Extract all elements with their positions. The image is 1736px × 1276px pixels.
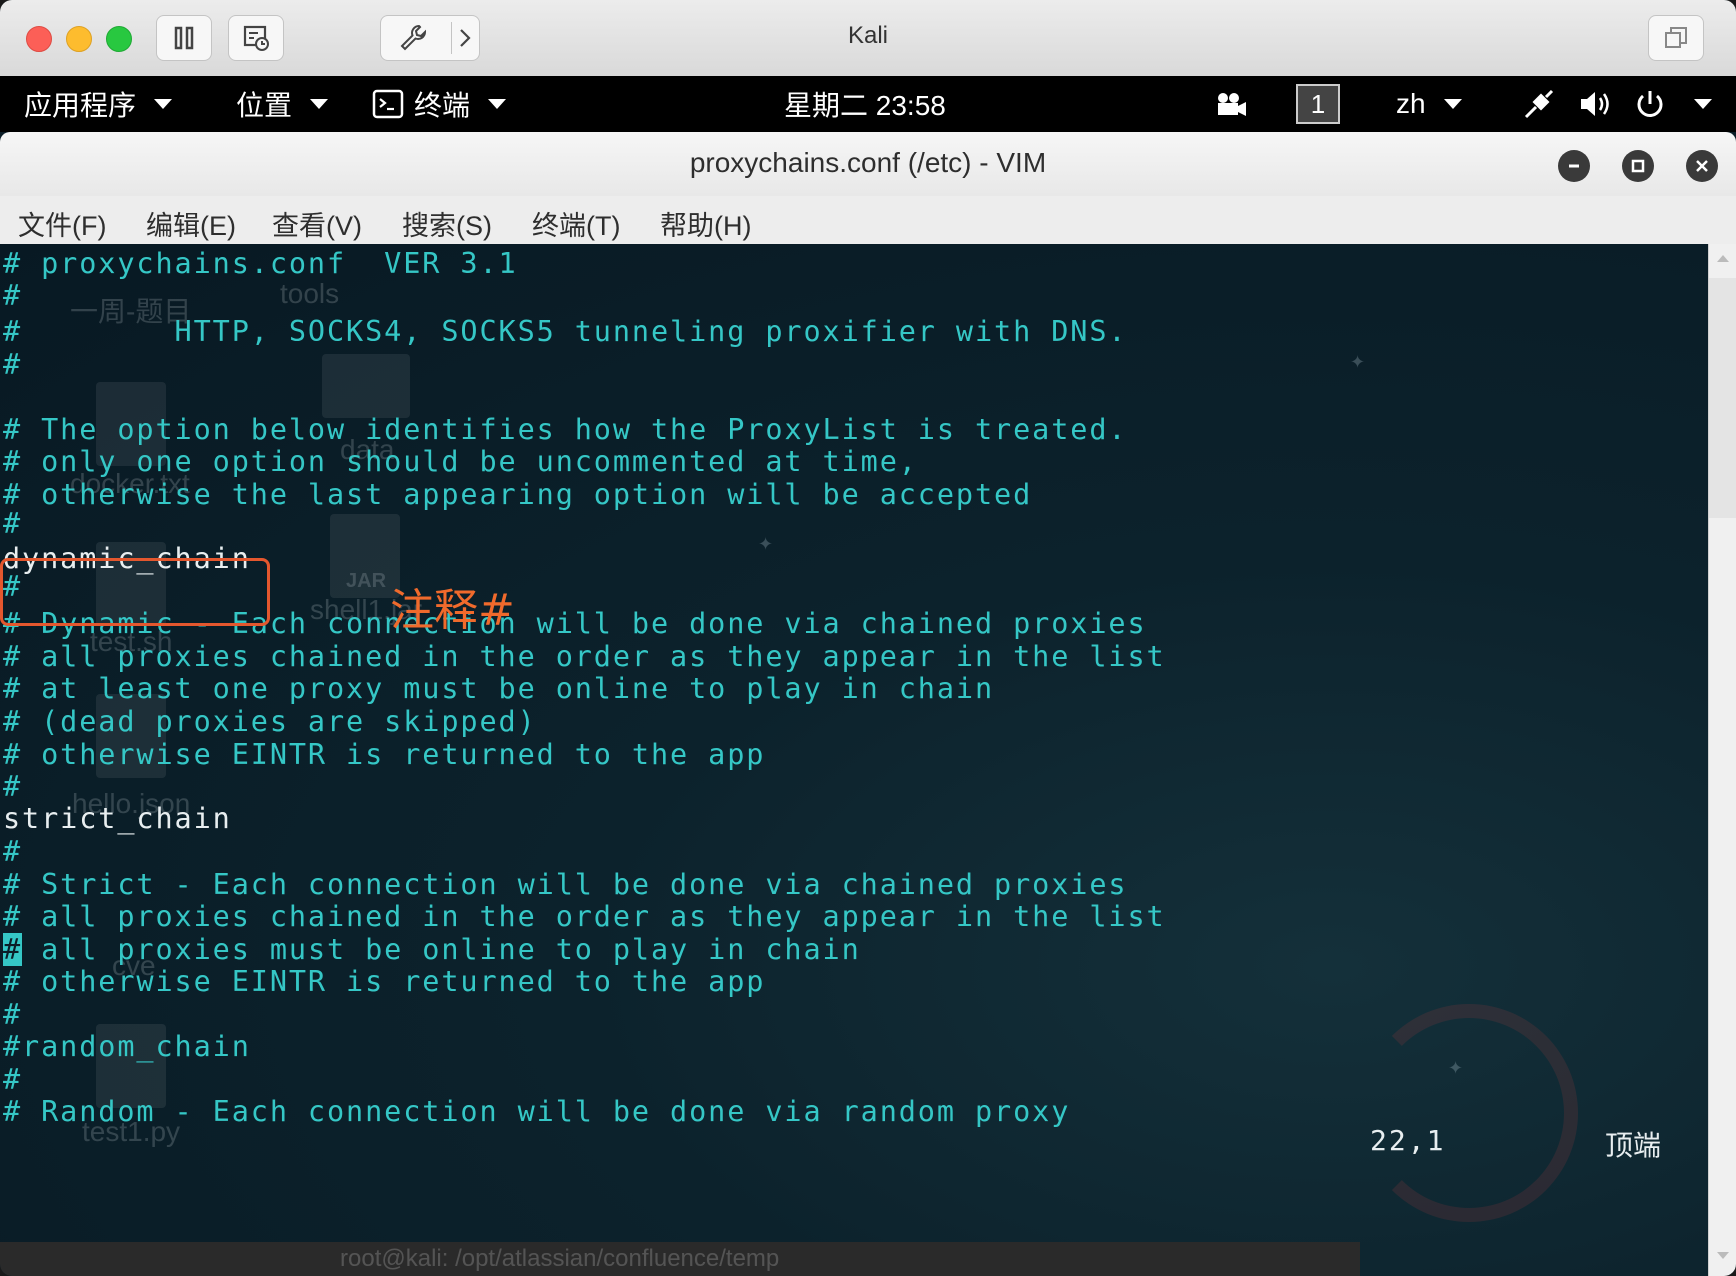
- menu-view[interactable]: 查看(V): [272, 204, 362, 243]
- code-line: #: [3, 279, 23, 312]
- code-line: # all proxies chained in the order as th…: [3, 640, 1166, 673]
- vm-window: Kali 应用程序 位置 终端 星期二 23:58 1 zh proxychai…: [0, 0, 1736, 1276]
- terminal-title: proxychains.conf (/etc) - VIM: [689, 147, 1047, 178]
- code-line: # The option below identifies how the Pr…: [3, 413, 1128, 446]
- code-line-cursor: # all proxies must be online to play in …: [3, 932, 861, 968]
- wired-network-icon: [1524, 89, 1554, 119]
- desktop-folder-ghost: [322, 354, 410, 418]
- chevron-down-icon: [488, 99, 507, 109]
- code-line: # at least one proxy must be online to p…: [3, 672, 995, 705]
- video-camera-icon: [1218, 93, 1246, 116]
- terminal-scrollbar[interactable]: [1708, 244, 1736, 1276]
- close-button[interactable]: [1686, 150, 1718, 182]
- cursor-position: 22,1: [1370, 1124, 1446, 1157]
- fullscreen-button[interactable]: [1648, 15, 1704, 61]
- code-line: #: [3, 770, 23, 803]
- menu-search[interactable]: 搜索(S): [402, 204, 492, 243]
- vm-title: Kali: [847, 22, 889, 49]
- vim-buffer[interactable]: 一周-题目 tools data docker.txt JAR shell1.j…: [0, 244, 1708, 1276]
- code-line-strict-chain: strict_chain: [3, 802, 232, 835]
- terminal-app-menu[interactable]: 终端: [372, 76, 507, 132]
- chevron-down-icon: [1443, 99, 1462, 109]
- places-label: 位置: [236, 90, 293, 121]
- annotation-highlight-box: [0, 558, 270, 626]
- code-line: # otherwise EINTR is returned to the app: [3, 738, 766, 771]
- terminal-icon: [372, 89, 404, 119]
- language-label: zh: [1396, 88, 1426, 119]
- terminal-label: 终端: [414, 90, 471, 121]
- close-icon: [1696, 160, 1708, 172]
- code-line: # proxychains.conf VER 3.1: [3, 247, 518, 280]
- code-line: # otherwise the last appearing option wi…: [3, 478, 1033, 511]
- scroll-up-icon: [1717, 255, 1729, 262]
- kali-swirl-decoration: [1360, 1004, 1578, 1222]
- terminal-titlebar: proxychains.conf (/etc) - VIM: [0, 132, 1736, 196]
- star-decoration: ✦: [1448, 1058, 1464, 1078]
- vim-cursor: #: [3, 933, 23, 966]
- volume-indicator[interactable]: [1578, 76, 1614, 132]
- menu-file[interactable]: 文件(F): [18, 204, 106, 243]
- windows-stack-icon: [1665, 27, 1687, 48]
- top-panel: 应用程序 位置 终端 星期二 23:58 1 zh: [0, 76, 1736, 132]
- vm-titlebar: Kali: [0, 0, 1736, 77]
- code-line: #: [3, 998, 23, 1031]
- star-decoration: ✦: [1350, 352, 1366, 372]
- code-line: # Random - Each connection will be done …: [3, 1095, 1071, 1128]
- code-line: # Strict - Each connection will be done …: [3, 868, 1128, 901]
- menu-terminal[interactable]: 终端(T): [532, 204, 620, 243]
- code-line: #: [3, 835, 23, 868]
- cursor-line-text: all proxies must be online to play in ch…: [22, 933, 861, 966]
- chevron-down-icon: [310, 99, 329, 109]
- code-line: #: [3, 507, 23, 540]
- clock[interactable]: 星期二 23:58: [784, 76, 946, 132]
- menu-edit[interactable]: 编辑(E): [146, 204, 236, 243]
- scrollbar-thumb[interactable]: [1709, 278, 1736, 518]
- language-menu[interactable]: zh: [1396, 76, 1462, 132]
- code-line: # all proxies chained in the order as th…: [3, 900, 1166, 933]
- power-icon: [1637, 91, 1663, 117]
- minimize-icon: [1569, 164, 1579, 168]
- terminal-menubar: 文件(F) 编辑(E) 查看(V) 搜索(S) 终端(T) 帮助(H): [0, 196, 1736, 245]
- scroll-position: 顶端: [1605, 1130, 1662, 1161]
- applications-label: 应用程序: [24, 90, 137, 121]
- code-line: #: [3, 1063, 23, 1096]
- minimize-button[interactable]: [1558, 150, 1590, 182]
- code-line: # otherwise EINTR is returned to the app: [3, 965, 766, 998]
- power-menu[interactable]: [1634, 76, 1712, 132]
- workspace-number: 1: [1296, 84, 1340, 124]
- camera-indicator[interactable]: [1214, 76, 1248, 132]
- places-menu[interactable]: 位置: [236, 76, 329, 132]
- network-indicator[interactable]: [1522, 76, 1556, 132]
- chevron-down-icon: [1694, 99, 1712, 109]
- scroll-down-icon: [1717, 1252, 1729, 1259]
- star-decoration: ✦: [758, 534, 774, 554]
- code-line: # (dead proxies are skipped): [3, 705, 537, 738]
- code-line: # HTTP, SOCKS4, SOCKS5 tunneling proxifi…: [3, 315, 1128, 348]
- applications-menu[interactable]: 应用程序: [24, 76, 173, 132]
- code-line: #random_chain: [3, 1030, 251, 1063]
- maximize-button[interactable]: [1622, 150, 1654, 182]
- menu-help[interactable]: 帮助(H): [660, 204, 751, 243]
- chevron-down-icon: [154, 99, 173, 109]
- background-window-titlebar: root@kali: /opt/atlassian/confluence/tem…: [0, 1242, 1360, 1276]
- desktop-label: JAR: [346, 570, 387, 592]
- workspace-indicator[interactable]: 1: [1296, 76, 1340, 132]
- terminal-window: proxychains.conf (/etc) - VIM 文件(F) 编辑(E…: [0, 132, 1736, 1276]
- maximize-icon: [1631, 159, 1645, 173]
- code-line: # only one option should be uncommented …: [3, 445, 918, 478]
- annotation-note: 注释#: [390, 585, 515, 636]
- volume-icon: [1581, 92, 1609, 116]
- desktop-label: tools: [280, 278, 340, 309]
- code-line: #: [3, 348, 23, 381]
